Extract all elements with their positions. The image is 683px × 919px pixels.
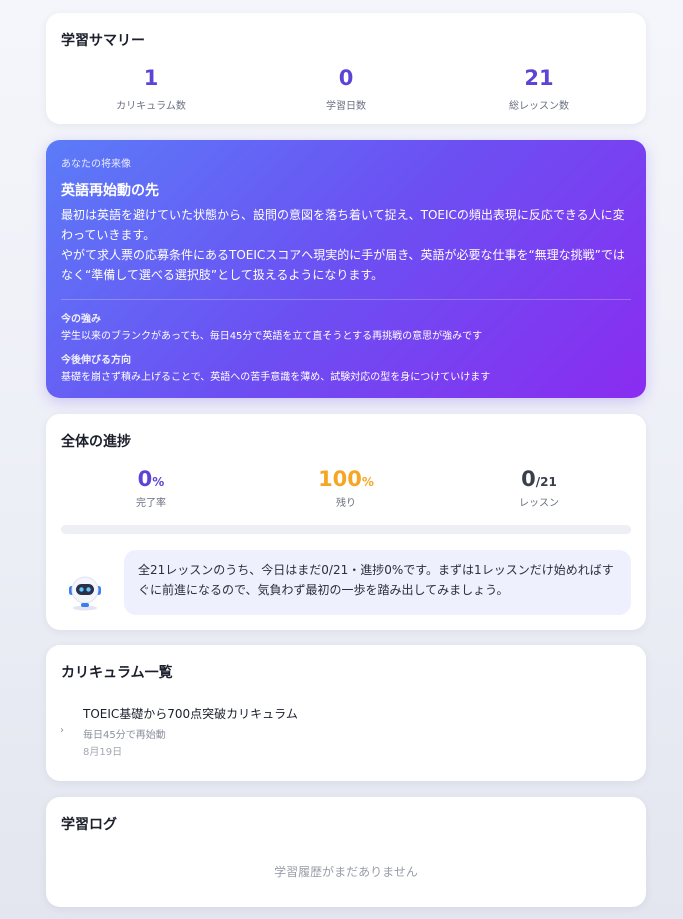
future-vision-card: あなたの将来像 英語再始動の先 最初は英語を避けていた状態から、設問の意図を落ち… [46, 140, 646, 398]
remaining-value: 100 [318, 467, 362, 491]
strength-heading: 今の強み [61, 314, 101, 325]
growth-heading: 今後伸びる方向 [61, 355, 131, 366]
stat-value: 1 [143, 66, 159, 90]
stat-value: 0 [338, 66, 354, 90]
curriculum-item-subtitle: 毎日45分で再始動 [83, 730, 166, 741]
growth-text: 基礎を崩さず積み上げることで、英語への苦手意識を薄め、試験対応の型を身につけてい… [61, 372, 491, 383]
stat-value: 21 [524, 66, 554, 90]
curriculum-title: カリキュラム一覧 [61, 665, 173, 681]
strength-text: 学生以来のブランクがあっても、毎日45分で英語を立て直そうとする再挑戦の意思が強… [61, 331, 483, 342]
curriculum-card: カリキュラム一覧 › TOEIC基礎から700点突破カリキュラム 毎日45分で再… [46, 645, 646, 781]
lessons-label: レッスン [519, 498, 559, 509]
progress-message-bubble: 全21レッスンのうち、今日はまだ0/21・進捗0%です。まずは1レッスンだけ始め… [124, 550, 631, 615]
stat-curriculum-count: 1 カリキュラム数 [51, 65, 251, 112]
complete-label: 完了率 [136, 498, 166, 509]
summary-card: 学習サマリー 1 カリキュラム数 0 学習日数 21 総レッスン数 [46, 13, 646, 124]
stat-total-lessons: 21 総レッスン数 [439, 65, 639, 112]
remaining-unit: % [361, 475, 374, 489]
study-log-card: 学習ログ 学習履歴がまだありません [46, 797, 646, 907]
divider [61, 299, 631, 300]
study-log-title: 学習ログ [61, 817, 117, 833]
page: 学習サマリー 1 カリキュラム数 0 学習日数 21 総レッスン数 あなたの将来… [0, 0, 683, 919]
progress-card: 全体の進捗 0% 完了率 100% 残り 0/21 レッスン 全21レッスンのう… [46, 414, 646, 630]
future-heading: 英語再始動の先 [61, 183, 159, 199]
progress-complete-rate: 0% 完了率 [51, 466, 251, 509]
chevron-right-icon: › [60, 725, 64, 736]
stat-study-days: 0 学習日数 [246, 65, 446, 112]
lessons-total: /21 [535, 475, 557, 489]
remaining-label: 残り [336, 498, 356, 509]
complete-value: 0 [137, 467, 153, 491]
future-eyebrow: あなたの将来像 [61, 159, 131, 170]
progress-lessons: 0/21 レッスン [439, 466, 639, 509]
future-paragraph-2: やがて求人票の応募条件にあるTOEICスコアへ現実的に手が届き、英語が必要な仕事… [61, 248, 625, 282]
progress-title: 全体の進捗 [61, 434, 131, 450]
future-paragraph: 最初は英語を避けていた状態から、設問の意図を落ち着いて捉え、TOEICの頻出表現… [61, 205, 633, 285]
progress-remaining: 100% 残り [246, 466, 446, 509]
summary-title: 学習サマリー [61, 33, 145, 49]
curriculum-item-date: 8月19日 [83, 747, 123, 758]
curriculum-list-item[interactable]: › TOEIC基礎から700点突破カリキュラム 毎日45分で再始動 8月19日 [46, 703, 646, 763]
study-log-empty-text: 学習履歴がまだありません [274, 865, 418, 879]
stat-label: 総レッスン数 [509, 101, 569, 112]
curriculum-item-title: TOEIC基礎から700点突破カリキュラム [83, 707, 298, 721]
progress-bar [61, 525, 631, 534]
stat-label: カリキュラム数 [116, 101, 186, 112]
stat-label: 学習日数 [326, 101, 366, 112]
lessons-value: 0 [521, 467, 536, 491]
future-paragraph-1: 最初は英語を避けていた状態から、設問の意図を落ち着いて捉え、TOEICの頻出表現… [61, 208, 625, 242]
robot-mascot-icon [64, 570, 106, 612]
complete-unit: % [152, 475, 165, 489]
